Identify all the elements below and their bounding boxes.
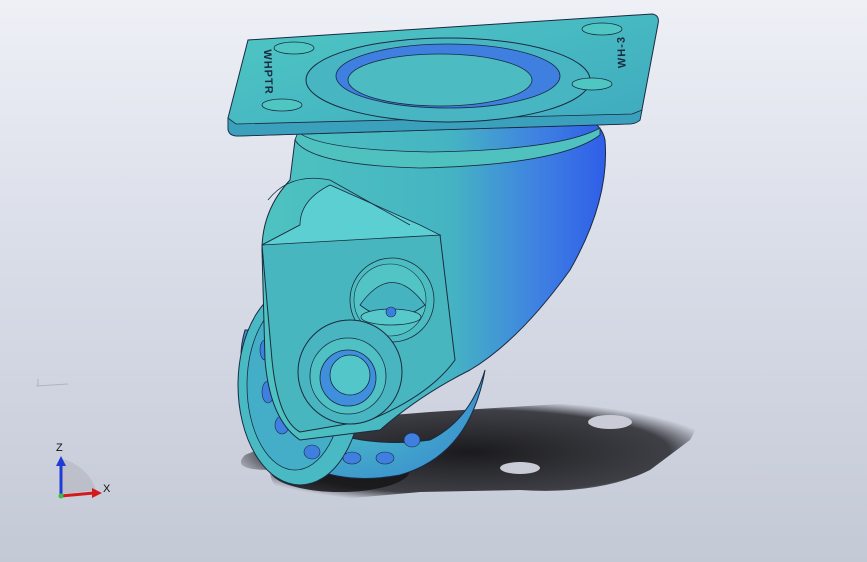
model-viewport[interactable] bbox=[0, 0, 867, 562]
plate-engraving-left: WHPTR bbox=[260, 49, 275, 95]
caster-fork[interactable] bbox=[261, 111, 607, 441]
coordinate-triad-icon bbox=[56, 456, 102, 499]
triad-x-label: X bbox=[103, 483, 111, 495]
triad-z-label: Z bbox=[56, 442, 63, 454]
mounting-plate[interactable] bbox=[227, 13, 659, 137]
axle-hub[interactable] bbox=[297, 319, 403, 425]
plate-engraving-right: WH-3 bbox=[615, 35, 629, 69]
origin-marker-icon bbox=[35, 379, 69, 387]
